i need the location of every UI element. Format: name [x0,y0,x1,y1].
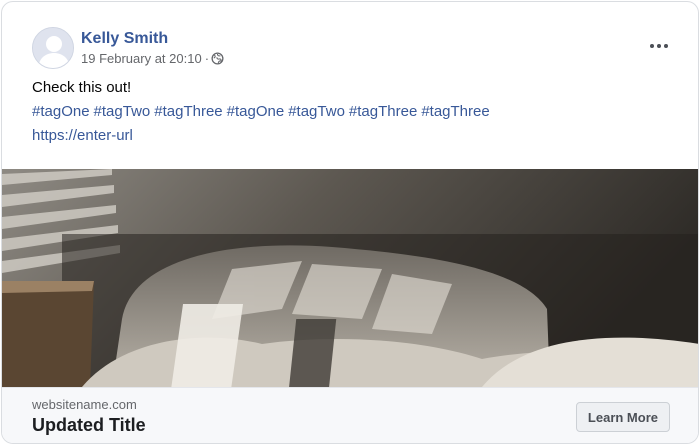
hashtag-link[interactable]: #tagTwo [94,103,151,120]
author-name[interactable]: Kelly Smith [81,30,168,48]
post-card: Kelly Smith 19 February at 20:10 · Check… [1,1,699,444]
meta-separator: · [204,51,210,66]
globe-icon[interactable] [211,52,224,65]
hashtag-list: #tagOne #tagTwo #tagThree #tagOne #tagTwo #ta… [32,103,494,120]
link-title[interactable]: Updated Title [32,415,146,436]
hashtag-link[interactable]: #tagOne [32,103,90,120]
link-preview-image[interactable] [2,169,698,387]
learn-more-button[interactable]: Learn More [575,402,670,432]
avatar[interactable] [32,27,74,69]
more-options-button[interactable] [650,36,668,56]
post-text: Check this out! [32,79,132,96]
post-timestamp[interactable]: 19 February at 20:10 [81,51,202,66]
hashtag-link[interactable]: #tagThree [154,103,222,120]
hashtag-link[interactable]: #tagThree [349,103,417,120]
website-name: websitename.com [32,397,137,412]
post-url-link[interactable]: https://enter-url [32,127,133,144]
hashtag-link[interactable]: #tagTwo [288,103,345,120]
hashtag-link[interactable]: #tagOne [227,103,285,120]
more-horizontal-icon [650,44,654,48]
hashtag-link[interactable]: #tagThree [421,103,489,120]
link-preview-footer[interactable]: websitename.com Updated Title Learn More [2,387,698,443]
post-meta: 19 February at 20:10 · [81,51,224,66]
